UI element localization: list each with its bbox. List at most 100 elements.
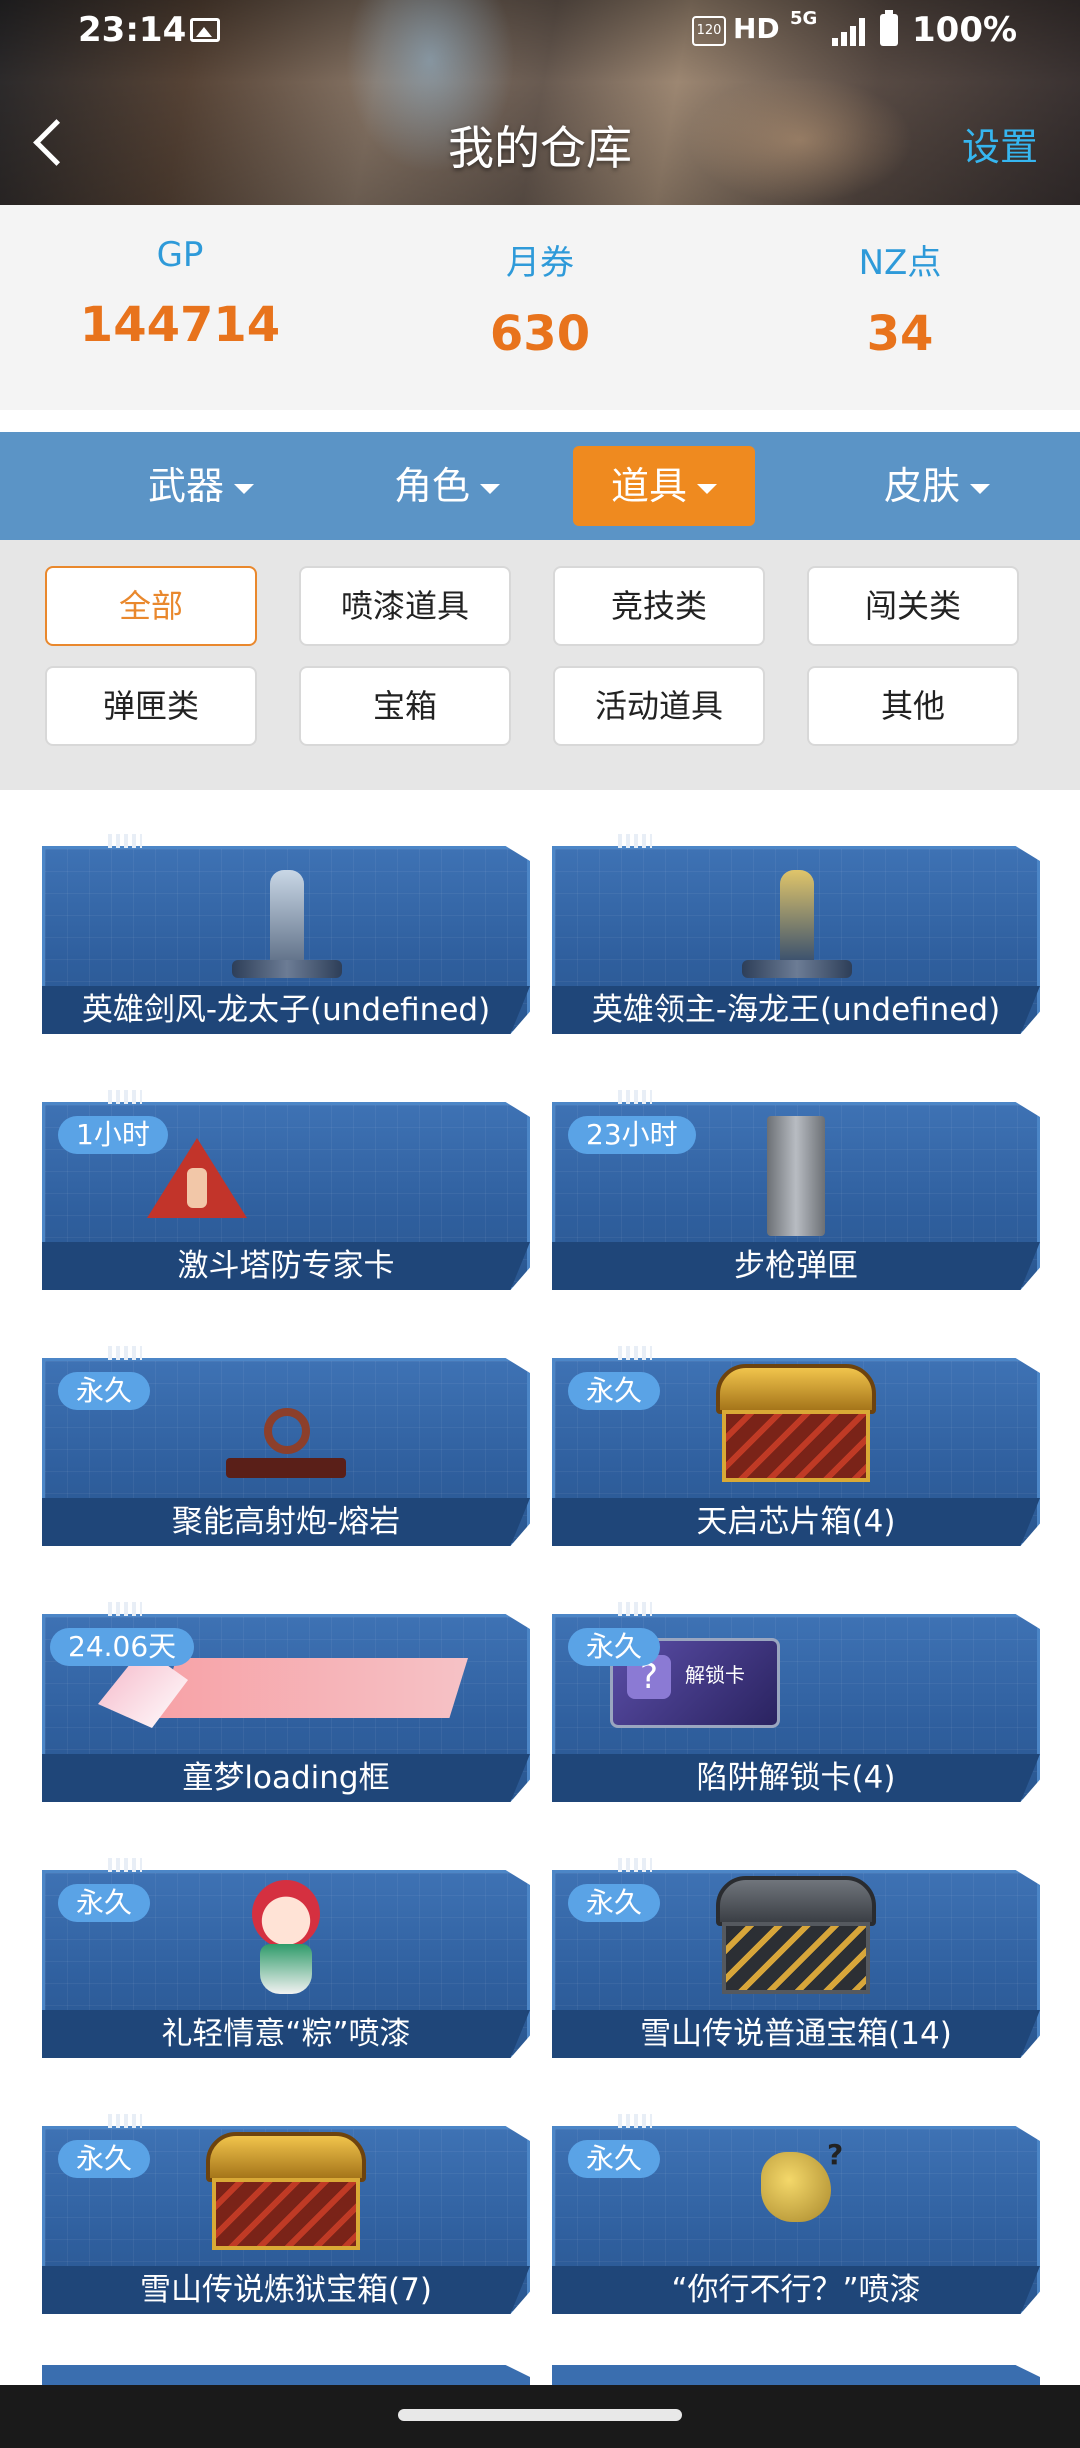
item-card[interactable]: 永久 雪山传说普通宝箱(14)	[552, 1858, 1040, 2058]
currency-gp: GP 144714	[30, 235, 330, 353]
caret-down-icon	[697, 483, 717, 494]
item-name: 步枪弹匣	[552, 1242, 1040, 1290]
card-notch	[618, 1346, 652, 1360]
duration-badge: 永久	[58, 2140, 151, 2178]
category-tabs: 武器 角色 道具 皮肤	[0, 432, 1080, 540]
tab-items[interactable]: 道具	[573, 446, 755, 526]
item-name: “你行不行？”喷漆	[552, 2266, 1040, 2314]
rifle-magazine-icon	[767, 1116, 825, 1236]
currency-label: 月券	[506, 243, 574, 283]
hd-label: HD	[733, 12, 780, 45]
filter-stage[interactable]: 闯关类	[807, 566, 1019, 646]
item-card[interactable]: 1小时 激斗塔防专家卡	[42, 1090, 530, 1290]
hero-figure-icon	[226, 864, 346, 984]
duration-badge: 永久	[58, 1884, 151, 1922]
item-name: 天启芯片箱(4)	[552, 1498, 1040, 1546]
duration-badge: 永久	[568, 1628, 661, 1666]
card-notch	[618, 1090, 652, 1104]
tab-label: 武器	[147, 464, 224, 508]
signal-icon	[832, 14, 872, 46]
settings-link[interactable]: 设置	[962, 116, 1038, 171]
filter-magazine[interactable]: 弹匣类	[45, 666, 257, 746]
page-title: 我的仓库	[448, 121, 632, 175]
item-card[interactable]: 永久 礼轻情意“粽”喷漆	[42, 1858, 530, 2058]
tab-label: 皮肤	[883, 464, 960, 508]
warning-card-icon	[147, 1138, 247, 1218]
status-time: 23:14	[78, 10, 187, 50]
tab-characters[interactable]: 角色	[356, 446, 538, 526]
item-card[interactable]: 英雄领主-海龙王(undefined)	[552, 834, 1040, 1034]
filter-all[interactable]: 全部	[45, 566, 257, 646]
dark-chest-icon	[716, 1876, 876, 1996]
currency-voucher: 月券 630	[390, 235, 690, 362]
item-card[interactable]: 23小时 步枪弹匣	[552, 1090, 1040, 1290]
duration-badge: 永久	[58, 1372, 151, 1410]
card-notch	[618, 1602, 652, 1616]
duration-badge: 1小时	[58, 1116, 168, 1154]
item-name: 英雄领主-海龙王(undefined)	[552, 986, 1040, 1034]
tab-weapons[interactable]: 武器	[110, 446, 292, 526]
caret-down-icon	[234, 483, 254, 494]
item-card[interactable]: 永久 聚能高射炮-熔岩	[42, 1346, 530, 1546]
hero-figure-gold-icon	[736, 864, 856, 984]
currency-value: 630	[489, 306, 591, 362]
currency-label: NZ点	[858, 243, 942, 283]
filter-spray[interactable]: 喷漆道具	[299, 566, 511, 646]
tab-label: 道具	[610, 464, 687, 508]
duration-badge: 永久	[568, 1884, 661, 1922]
card-notch	[108, 2114, 142, 2128]
card-notch	[108, 834, 142, 848]
gallery-icon	[190, 18, 220, 42]
item-name: 英雄剑风-龙太子(undefined)	[42, 986, 530, 1034]
header: 23:14 120 HD 5G 100% 我的仓库 设置	[0, 0, 1080, 205]
card-notch	[108, 1602, 142, 1616]
currency-value: 34	[866, 306, 934, 362]
item-card[interactable]: 24.06天 童梦loading框	[42, 1602, 530, 1802]
item-card[interactable]: ? 解锁卡 永久 陷阱解锁卡(4)	[552, 1602, 1040, 1802]
item-card[interactable]: 永久 天启芯片箱(4)	[552, 1346, 1040, 1546]
item-name: 陷阱解锁卡(4)	[552, 1754, 1040, 1802]
item-card[interactable]: 永久 雪山传说炼狱宝箱(7)	[42, 2114, 530, 2314]
currency-label: GP	[156, 235, 204, 275]
item-card[interactable]: 英雄剑风-龙太子(undefined)	[42, 834, 530, 1034]
battery-level: 100%	[912, 10, 1018, 50]
filter-event[interactable]: 活动道具	[553, 666, 765, 746]
item-name: 聚能高射炮-熔岩	[42, 1498, 530, 1546]
item-name: 激斗塔防专家卡	[42, 1242, 530, 1290]
caret-down-icon	[970, 483, 990, 494]
duration-badge: 永久	[568, 2140, 661, 2178]
tab-skins[interactable]: 皮肤	[846, 446, 1028, 526]
item-card[interactable]: ? 永久 “你行不行？”喷漆	[552, 2114, 1040, 2314]
item-name: 雪山传说普通宝箱(14)	[552, 2010, 1040, 2058]
spray-girl-icon	[238, 1880, 334, 2000]
filter-other[interactable]: 其他	[807, 666, 1019, 746]
refresh-rate-icon: 120	[692, 16, 726, 46]
item-name: 童梦loading框	[42, 1754, 530, 1802]
navigation-bar	[0, 2385, 1080, 2448]
filter-competitive[interactable]: 竞技类	[553, 566, 765, 646]
duration-badge: 24.06天	[50, 1628, 195, 1666]
filter-chest[interactable]: 宝箱	[299, 666, 511, 746]
card-notch	[618, 834, 652, 848]
card-notch	[618, 1858, 652, 1872]
item-card-peek[interactable]	[42, 2365, 530, 2385]
currency-value: 144714	[79, 297, 281, 353]
chevron-left-icon[interactable]	[30, 112, 70, 172]
duration-badge: 23小时	[568, 1116, 696, 1154]
card-notch	[108, 1090, 142, 1104]
gold-chest-icon	[206, 2132, 366, 2252]
item-card-peek[interactable]	[552, 2365, 1040, 2385]
currency-nz: NZ点 34	[750, 235, 1050, 362]
tab-label: 角色	[393, 464, 470, 508]
status-bar: 23:14 120 HD 5G 100%	[0, 0, 1080, 62]
currency-panel: GP 144714 月券 630 NZ点 34	[0, 205, 1080, 410]
home-indicator[interactable]	[398, 2409, 682, 2421]
card-notch	[108, 1858, 142, 1872]
item-grid: 英雄剑风-龙太子(undefined) 英雄领主-海龙王(undefined) …	[0, 790, 1080, 2385]
network-label: 5G	[790, 8, 818, 29]
caret-down-icon	[480, 483, 500, 494]
item-name: 雪山传说炼狱宝箱(7)	[42, 2266, 530, 2314]
battery-icon	[880, 10, 898, 46]
turret-icon	[226, 1408, 346, 1478]
spray-bird-icon: ?	[741, 2138, 851, 2238]
